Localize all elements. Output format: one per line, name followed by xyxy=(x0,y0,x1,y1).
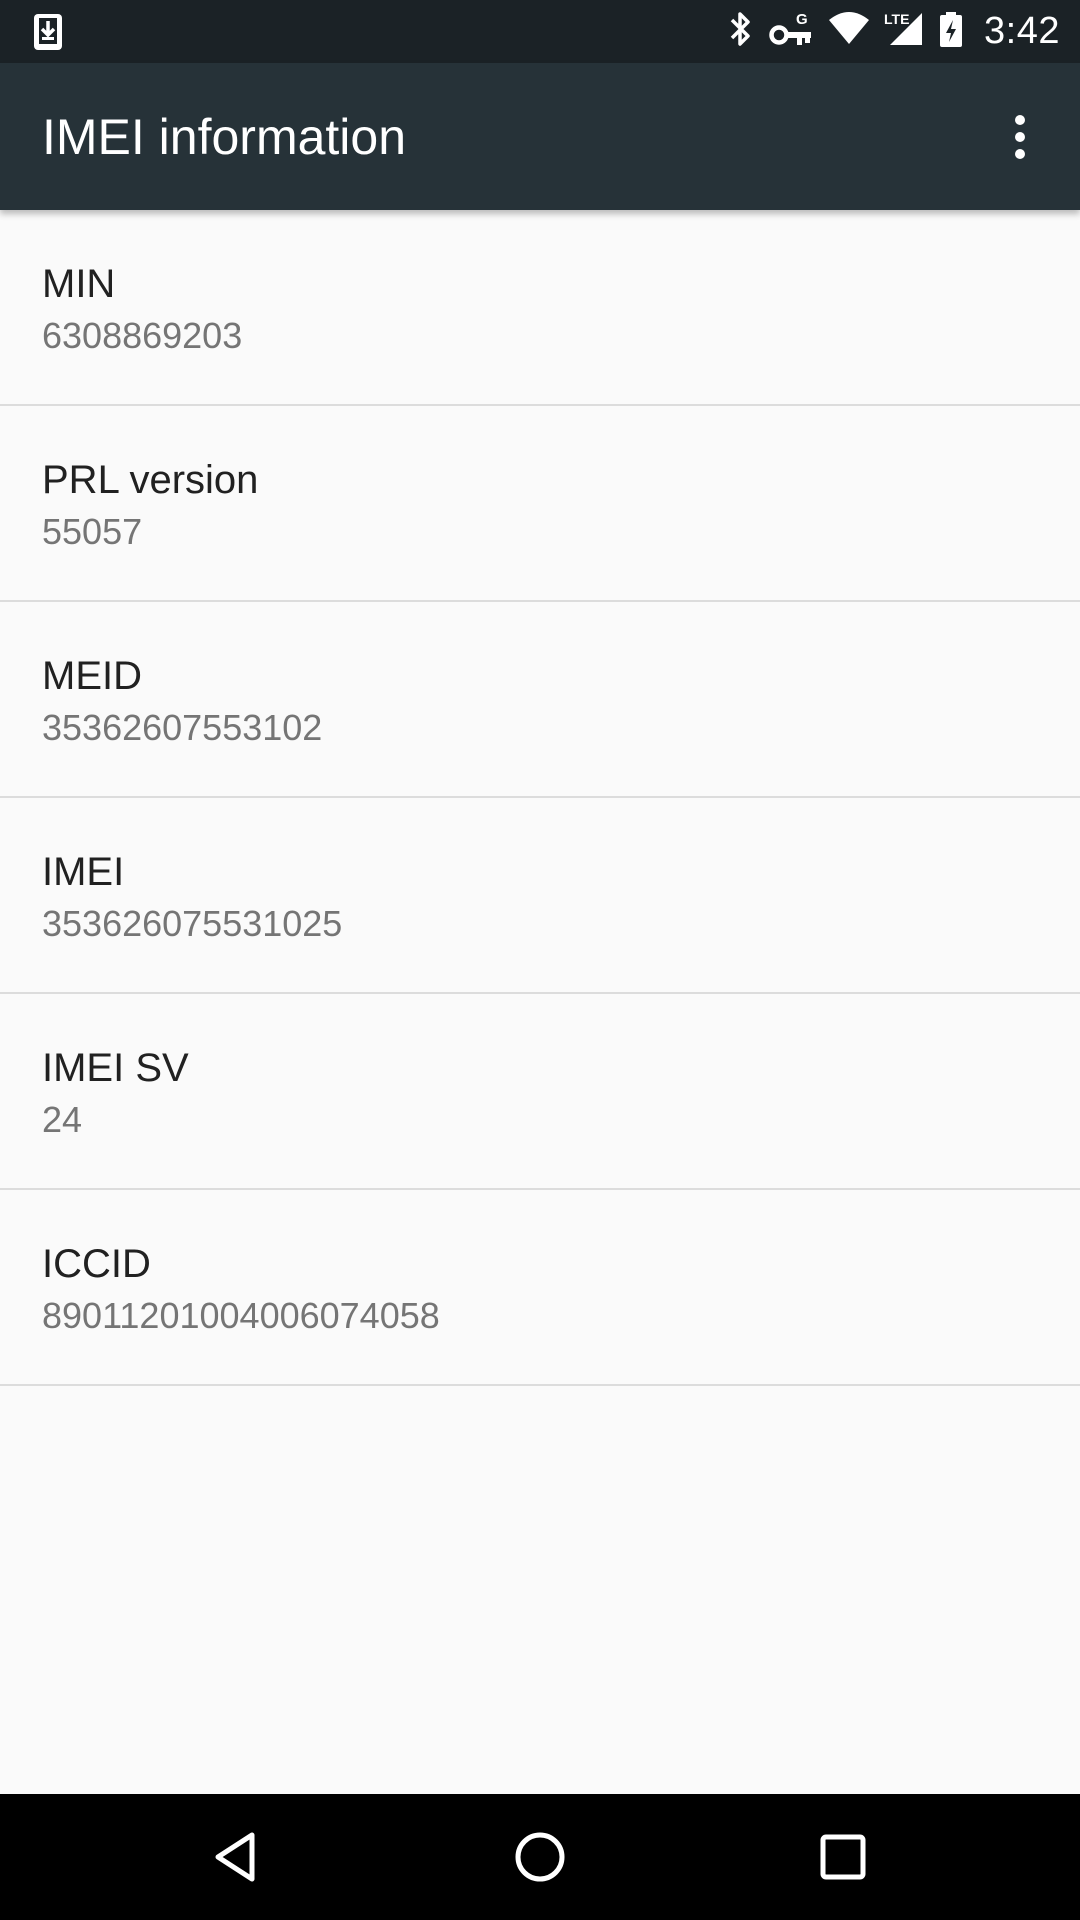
recents-icon xyxy=(820,1834,866,1880)
item-value: 55057 xyxy=(42,511,143,552)
more-vert-dot xyxy=(1015,132,1025,142)
item-value: 353626075531025 xyxy=(42,903,343,944)
app-bar: IMEI information xyxy=(0,63,1080,210)
item-title: PRL version xyxy=(42,458,259,502)
imei-information-screen: G LTE 3:42 IMEI information MIN 63088692… xyxy=(0,0,1080,1920)
list-item-meid[interactable]: MEID 35362607553102 xyxy=(0,602,1080,798)
list-item-imei[interactable]: IMEI 353626075531025 xyxy=(0,798,1080,994)
list-item-min[interactable]: MIN 6308869203 xyxy=(0,210,1080,406)
status-time: 3:42 xyxy=(984,10,1060,52)
list-item-imei-sv[interactable]: IMEI SV 24 xyxy=(0,994,1080,1190)
list-item-prl-version[interactable]: PRL version 55057 xyxy=(0,406,1080,602)
lte-signal-icon: LTE xyxy=(884,9,924,54)
vpn-key-label: G xyxy=(796,11,808,28)
item-value: 24 xyxy=(42,1099,83,1140)
navigation-bar xyxy=(0,1794,1080,1920)
status-icons: G LTE 3:42 xyxy=(726,0,1060,63)
vpn-key-icon: G xyxy=(768,9,814,54)
item-value: 35362607553102 xyxy=(42,707,323,748)
recents-button[interactable] xyxy=(808,1822,878,1892)
more-vert-icon xyxy=(1015,115,1025,125)
home-button[interactable] xyxy=(505,1822,575,1892)
battery-charging-icon xyxy=(938,9,964,54)
back-button[interactable] xyxy=(200,1822,270,1892)
back-icon xyxy=(215,1832,255,1882)
item-value: 6308869203 xyxy=(42,315,243,356)
list-item-iccid[interactable]: ICCID 89011201004006074058 xyxy=(0,1190,1080,1386)
home-icon xyxy=(515,1832,565,1882)
bluetooth-icon xyxy=(726,9,754,54)
more-options-button[interactable] xyxy=(990,107,1050,167)
imei-info-list: MIN 6308869203 PRL version 55057 MEID 35… xyxy=(0,210,1080,1386)
item-title: IMEI SV xyxy=(42,1046,189,1090)
download-notification-icon xyxy=(32,12,64,52)
lte-label: LTE xyxy=(884,11,909,27)
wifi-icon xyxy=(828,9,870,54)
item-title: MEID xyxy=(42,654,142,698)
item-title: IMEI xyxy=(42,850,125,894)
page-title: IMEI information xyxy=(42,109,407,165)
more-vert-dot xyxy=(1015,149,1025,159)
item-title: MIN xyxy=(42,262,116,306)
item-title: ICCID xyxy=(42,1242,151,1286)
status-bar: G LTE 3:42 xyxy=(0,0,1080,63)
item-value: 89011201004006074058 xyxy=(42,1295,440,1336)
